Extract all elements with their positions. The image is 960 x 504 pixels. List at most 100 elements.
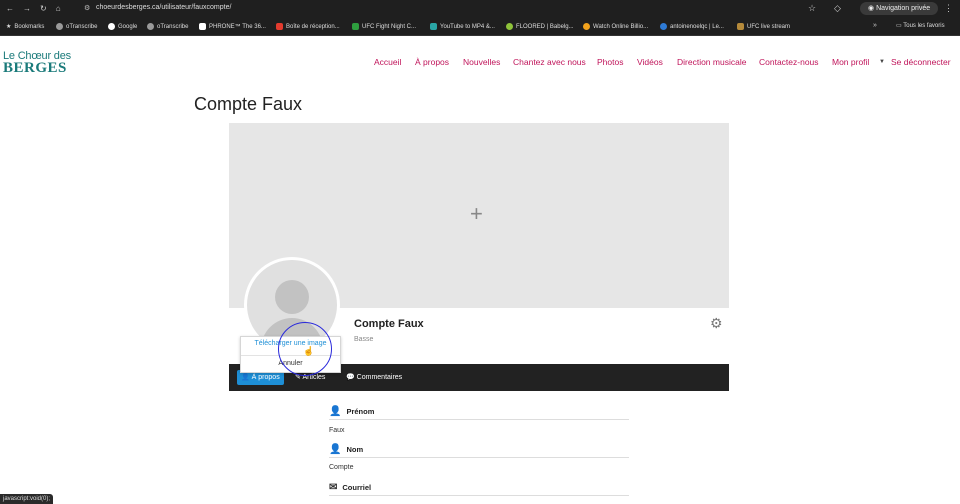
bookmark-label: UFC live stream	[747, 23, 791, 30]
address-bar[interactable]: choeurdesberges.ca/utilisateur/fauxcompt…	[96, 4, 231, 11]
bookmark-label: Watch Online Billio...	[593, 23, 649, 30]
incognito-icon: ◉	[868, 5, 875, 12]
folder-icon: ▭	[896, 23, 902, 29]
bookmark-item[interactable]: Watch Online Billio...	[583, 23, 648, 30]
bookmark-label: FLOORED | Babelg...	[516, 23, 574, 30]
page-title: Compte Faux	[194, 94, 303, 114]
tab-label: À propos	[251, 374, 280, 381]
field-value-prenom: Faux	[329, 427, 345, 434]
bookmark-label: antoinenoelqc | Le...	[670, 23, 724, 30]
extensions-icon[interactable]: ◇	[834, 3, 841, 14]
envelope-icon: ✉	[329, 482, 338, 493]
tab-label: Articles	[302, 374, 326, 381]
cancel-button[interactable]: Annuler	[241, 360, 340, 367]
private-browsing-label: Navigation privée	[876, 5, 931, 12]
popup-divider	[241, 355, 340, 356]
home-icon[interactable]: ⌂	[56, 4, 61, 13]
nav-item-contact[interactable]: Contactez-nous	[759, 57, 819, 67]
browser-menu-icon[interactable]: ⋮	[944, 3, 953, 14]
nav-item-accueil[interactable]: Accueil	[374, 57, 401, 67]
field-label-text: Nom	[346, 445, 364, 454]
all-bookmarks-label: Tous les favoris	[903, 23, 945, 29]
nav-item-mon-profil[interactable]: Mon profil	[832, 57, 869, 67]
babelgum-icon	[506, 23, 513, 30]
watch-icon	[583, 23, 590, 30]
all-bookmarks[interactable]: ▭ Tous les favoris	[896, 22, 945, 29]
private-browsing-badge[interactable]: ◉ Navigation privée	[860, 2, 939, 15]
pencil-icon: ✎	[295, 374, 301, 381]
field-label-nom: 👤 Nom	[329, 444, 363, 455]
user-icon: 👤	[329, 444, 342, 455]
upload-image-button[interactable]: Télécharger une image	[241, 340, 340, 347]
tab-commentaires[interactable]: 💬 Commentaires	[342, 370, 406, 385]
browser-toolbar: ← → ↻ ⌂ ⚙ choeurdesberges.ca/utilisateur…	[0, 0, 960, 18]
avatar-head-shape	[275, 280, 309, 314]
bookmark-item[interactable]: ★ Bookmarks	[6, 23, 45, 31]
add-cover-icon[interactable]: +	[470, 203, 483, 225]
profile-name: Compte Faux	[354, 318, 424, 330]
converter-icon	[430, 23, 437, 30]
bookmark-label: oTranscribe	[157, 23, 189, 30]
nav-item-videos[interactable]: Vidéos	[637, 57, 663, 67]
profile-icon	[660, 23, 667, 30]
site-logo[interactable]: Le Chœur des BERGES	[3, 50, 73, 80]
back-icon[interactable]: ←	[6, 4, 14, 13]
gear-icon[interactable]: ⚙	[710, 316, 723, 330]
bookmark-item[interactable]: PHRONE™ The 36...	[199, 23, 266, 30]
google-icon	[108, 23, 115, 30]
bookmark-star-icon[interactable]: ☆	[808, 3, 816, 14]
bookmark-item[interactable]: YouTube to MP4 &...	[430, 23, 495, 30]
logo-line2: BERGES	[3, 60, 67, 76]
nav-item-logout[interactable]: Se déconnecter	[891, 57, 951, 67]
phrone-icon	[199, 23, 206, 30]
tab-label: Commentaires	[356, 374, 403, 381]
user-icon: 👤	[329, 406, 342, 417]
field-label-prenom: 👤 Prénom	[329, 406, 374, 417]
nav-item-a-propos[interactable]: À propos	[415, 57, 449, 67]
user-icon: 👤	[241, 374, 250, 381]
bookmark-label: PHRONE™ The 36...	[209, 23, 266, 30]
field-divider	[329, 495, 629, 496]
star-icon: ★	[6, 24, 12, 30]
nav-item-nouvelles[interactable]: Nouvelles	[463, 57, 500, 67]
field-label-text: Prénom	[346, 407, 375, 416]
bookmark-label: Bookmarks	[14, 23, 45, 30]
bookmark-item[interactable]: UFC live stream	[737, 23, 790, 30]
bookmark-label: Boîte de réception...	[286, 23, 340, 30]
bookmark-item[interactable]: FLOORED | Babelg...	[506, 23, 574, 30]
field-label-text: Courriel	[342, 483, 372, 492]
chevron-down-icon[interactable]: ▼	[879, 59, 885, 65]
forward-icon[interactable]: →	[23, 4, 31, 13]
bookmark-label: YouTube to MP4 &...	[440, 23, 495, 30]
reload-icon[interactable]: ↻	[40, 4, 47, 13]
bookmarks-bar: ★ Bookmarks oTranscribe Google oTranscrib…	[0, 18, 960, 36]
profile-voice: Basse	[354, 336, 374, 343]
avatar-popup-menu: Télécharger une image Annuler	[240, 336, 341, 373]
field-divider	[329, 419, 629, 420]
nav-item-chantez[interactable]: Chantez avec nous	[513, 57, 586, 67]
bookmark-label: oTranscribe	[66, 23, 98, 30]
bookmark-item[interactable]: Google	[108, 23, 137, 30]
nav-item-direction[interactable]: Direction musicale	[677, 57, 746, 67]
bookmark-item[interactable]: Boîte de réception...	[276, 23, 340, 30]
browser-nav: ← → ↻ ⌂	[6, 4, 61, 13]
field-value-nom: Compte	[329, 464, 354, 471]
bookmark-item[interactable]: oTranscribe	[56, 23, 97, 30]
status-bar-url: javascript:void(0);	[0, 494, 54, 504]
bookmark-item[interactable]: UFC Fight Night C...	[352, 23, 416, 30]
stream-icon	[737, 23, 744, 30]
hand-cursor-icon: ☝	[303, 346, 315, 356]
comment-icon: 💬	[346, 374, 355, 381]
nav-item-photos[interactable]: Photos	[597, 57, 623, 67]
field-divider	[329, 457, 629, 458]
field-label-courriel: ✉ Courriel	[329, 482, 371, 493]
gmail-icon	[276, 23, 283, 30]
bookmark-item[interactable]: oTranscribe	[147, 23, 188, 30]
site-info-icon[interactable]: ⚙	[84, 4, 90, 12]
otranscribe-icon	[56, 23, 63, 30]
otranscribe-icon	[147, 23, 154, 30]
more-bookmarks-icon[interactable]: »	[873, 22, 877, 29]
bookmark-label: Google	[118, 23, 138, 30]
bookmark-item[interactable]: antoinenoelqc | Le...	[660, 23, 724, 30]
bookmark-label: UFC Fight Night C...	[362, 23, 417, 30]
